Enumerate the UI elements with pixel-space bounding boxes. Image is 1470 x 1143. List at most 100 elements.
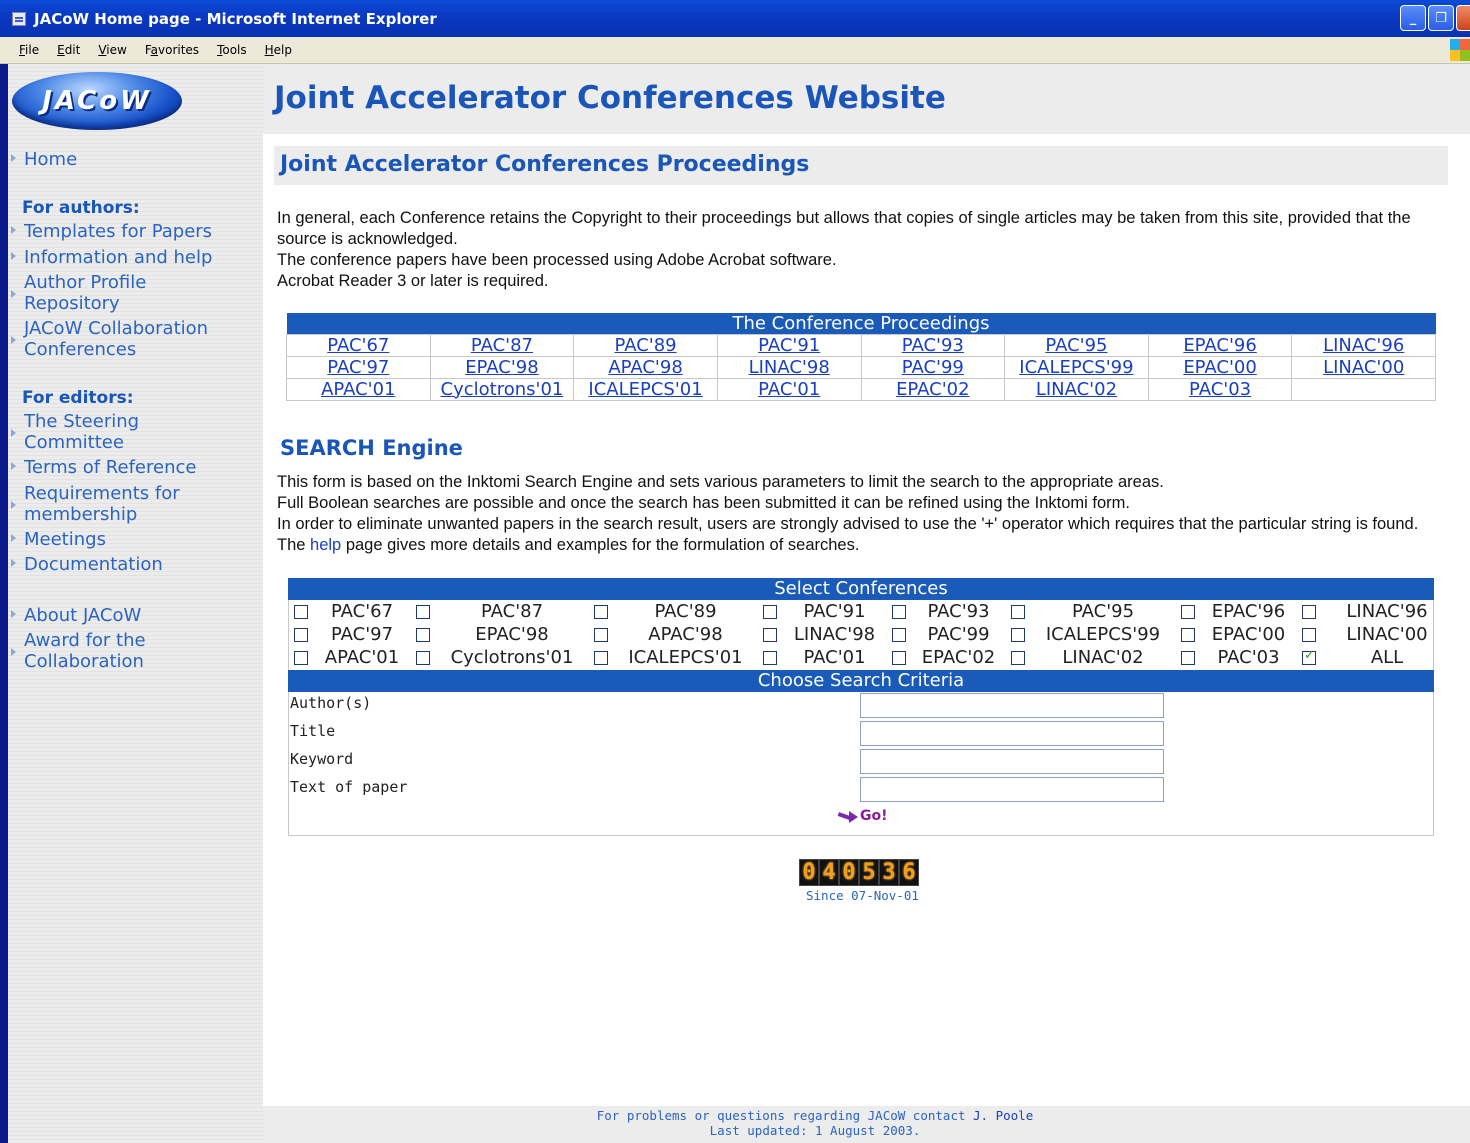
contact-link[interactable]: J. Poole — [973, 1108, 1033, 1123]
menu-favorites[interactable]: Favorites — [136, 43, 208, 57]
bullet-arrow-icon — [11, 462, 16, 470]
conference-checkbox[interactable] — [763, 650, 777, 665]
proceedings-link[interactable]: PAC'97 — [327, 357, 389, 378]
conference-checkbox[interactable] — [892, 604, 906, 619]
proceedings-link[interactable]: LINAC'02 — [1036, 379, 1117, 400]
conference-checkbox[interactable] — [294, 650, 308, 665]
sidebar-item-meetings[interactable]: Meetings — [11, 529, 106, 550]
title-input[interactable] — [860, 721, 1164, 746]
menu-edit[interactable]: Edit — [48, 43, 89, 57]
proceedings-link[interactable]: PAC'03 — [1189, 379, 1251, 400]
proceedings-link[interactable]: EPAC'96 — [1183, 335, 1257, 356]
conference-checkbox[interactable] — [1302, 648, 1316, 665]
keyword-input[interactable] — [860, 749, 1164, 774]
conference-checkbox-label: PAC'89 — [654, 600, 717, 622]
sidebar-item-author-profile[interactable]: Author Profile Repository — [11, 272, 241, 314]
sidebar-item-home[interactable]: Home — [11, 149, 77, 170]
conference-checkbox[interactable] — [594, 650, 608, 665]
conference-checkbox[interactable] — [416, 650, 430, 665]
proceedings-link[interactable]: PAC'99 — [902, 357, 964, 378]
conference-checkbox-label: EPAC'98 — [475, 623, 549, 645]
text-of-paper-label: Text of paper — [290, 778, 408, 796]
conference-checkbox[interactable] — [294, 627, 308, 642]
proceedings-link[interactable]: ICALEPCS'01 — [588, 379, 702, 400]
conference-checkbox[interactable] — [416, 627, 430, 642]
sidebar-item-information[interactable]: Information and help — [11, 247, 212, 268]
inktomi-text: This form is based on the Inktomi Search… — [277, 473, 1164, 491]
close-icon[interactable] — [1456, 5, 1470, 31]
conference-checkbox[interactable] — [1011, 604, 1025, 619]
proceedings-link[interactable]: PAC'01 — [758, 379, 820, 400]
author-input[interactable] — [860, 693, 1164, 718]
conference-checkbox[interactable] — [1302, 604, 1316, 619]
conference-checkbox[interactable] — [1011, 650, 1025, 665]
conference-checkbox-label: EPAC'02 — [921, 646, 996, 668]
proceedings-link[interactable]: EPAC'00 — [1183, 357, 1257, 378]
proceedings-cell — [1291, 378, 1436, 401]
window-titlebar[interactable]: JACoW Home page - Microsoft Internet Exp… — [0, 0, 1470, 37]
proceedings-link[interactable]: PAC'93 — [902, 335, 964, 356]
jacow-logo[interactable]: JACoW — [12, 72, 182, 130]
conference-checkbox[interactable] — [892, 650, 906, 665]
proceedings-link[interactable]: PAC'91 — [758, 335, 820, 356]
proceedings-link[interactable]: PAC'95 — [1045, 335, 1107, 356]
menu-file[interactable]: File — [10, 43, 48, 57]
sidebar-item-requirements[interactable]: Requirements for membership — [11, 483, 241, 525]
proceedings-cell: APAC'01 — [286, 378, 431, 401]
conference-checkbox[interactable] — [1011, 627, 1025, 642]
proceedings-table-title: The Conference Proceedings — [286, 313, 1436, 335]
sidebar-item-about[interactable]: About JACoW — [11, 605, 141, 626]
sidebar-item-collaboration-conferences[interactable]: JACoW Collaboration Conferences — [11, 318, 251, 360]
checkbox-cell — [888, 600, 910, 623]
conference-checkbox[interactable] — [416, 604, 430, 619]
proceedings-link[interactable]: APAC'01 — [321, 379, 395, 400]
proceedings-link[interactable]: EPAC'02 — [896, 379, 970, 400]
menu-view[interactable]: View — [89, 43, 135, 57]
counter-digit: 4 — [819, 859, 839, 886]
sidebar-item-award[interactable]: Award for the Collaboration — [11, 630, 241, 672]
proceedings-link[interactable]: PAC'89 — [615, 335, 677, 356]
search-intro: This form is based on the Inktomi Search… — [277, 472, 1449, 556]
proceedings-link[interactable]: LINAC'00 — [1323, 357, 1404, 378]
help-link[interactable]: help — [310, 536, 341, 554]
sidebar-item-templates[interactable]: Templates for Papers — [11, 221, 212, 242]
proceedings-link[interactable]: PAC'87 — [471, 335, 533, 356]
restore-icon[interactable]: ❐ — [1428, 5, 1454, 31]
proceedings-link[interactable]: ICALEPCS'99 — [1019, 357, 1133, 378]
go-arrow-icon — [838, 811, 858, 823]
conference-checkbox-grid: PAC'67 PAC'87 PAC'89 PAC'91 PAC'93 PAC'95 EPAC… — [290, 600, 1454, 669]
go-button[interactable]: Go! — [838, 808, 888, 824]
conference-checkbox[interactable] — [1181, 627, 1195, 642]
sidebar-item-terms[interactable]: Terms of Reference — [11, 457, 196, 478]
minimize-icon[interactable]: _ — [1400, 5, 1426, 31]
text-of-paper-input[interactable] — [860, 777, 1164, 802]
menu-help[interactable]: Help — [256, 43, 301, 57]
proceedings-cell: EPAC'00 — [1147, 356, 1293, 379]
proceedings-link[interactable]: EPAC'98 — [465, 357, 539, 378]
menu-tools[interactable]: Tools — [208, 43, 256, 57]
conference-checkbox-label: PAC'03 — [1217, 646, 1280, 668]
conference-checkbox[interactable] — [1302, 627, 1316, 642]
conference-checkbox[interactable] — [594, 627, 608, 642]
conference-checkbox[interactable] — [1181, 604, 1195, 619]
conference-checkbox[interactable] — [594, 604, 608, 619]
proceedings-link[interactable]: Cyclotrons'01 — [441, 379, 564, 400]
logo-text: JACoW — [42, 86, 152, 116]
menu-bar: File Edit View Favorites Tools Help — [0, 37, 1470, 64]
proceedings-link[interactable]: LINAC'98 — [749, 357, 830, 378]
conference-checkbox[interactable] — [763, 604, 777, 619]
sidebar-item-documentation[interactable]: Documentation — [11, 554, 163, 575]
conference-checkbox[interactable] — [1181, 650, 1195, 665]
conference-checkbox[interactable] — [294, 604, 308, 619]
conference-checkbox[interactable] — [892, 627, 906, 642]
browser-viewport: JACoW Home For authors: Templates for Pa… — [8, 64, 1470, 1143]
proceedings-link[interactable]: LINAC'96 — [1323, 335, 1404, 356]
proceedings-link[interactable]: PAC'67 — [327, 335, 389, 356]
sidebar-item-steering-committee[interactable]: The Steering Committee — [11, 411, 241, 453]
proceedings-link[interactable]: APAC'98 — [608, 357, 682, 378]
checkbox-cell — [759, 623, 781, 646]
checkbox-cell — [412, 646, 434, 669]
keyword-label: Keyword — [290, 750, 354, 768]
conference-checkbox[interactable] — [763, 627, 777, 642]
proceedings-cell: PAC'91 — [716, 334, 862, 357]
